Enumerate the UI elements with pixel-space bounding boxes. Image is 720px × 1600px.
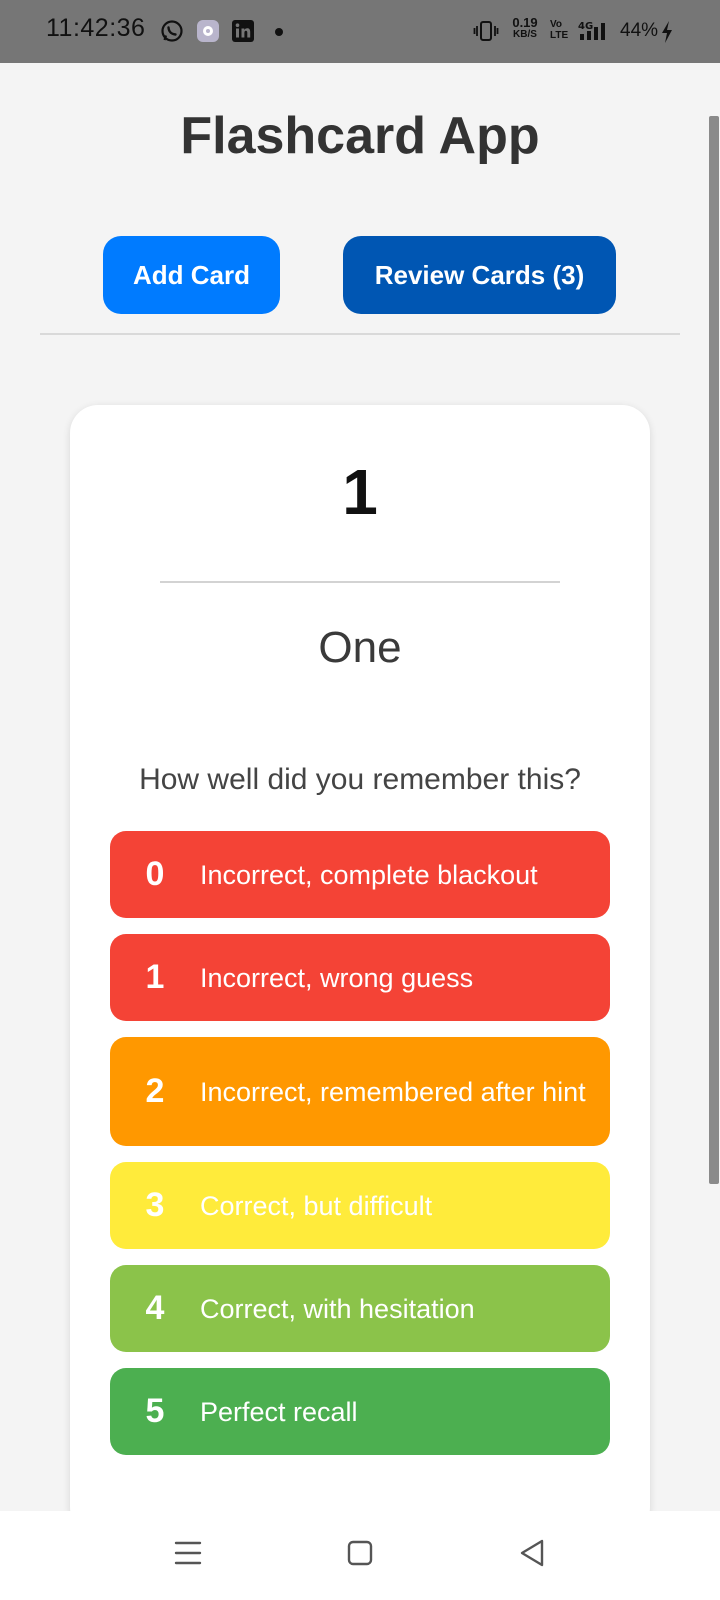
linkedin-icon — [232, 20, 254, 42]
review-cards-button[interactable]: Review Cards (3) — [343, 236, 616, 314]
notification-dot — [275, 28, 283, 36]
rating-label: Incorrect, complete blackout — [200, 859, 538, 890]
rating-button-4[interactable]: 4 Correct, with hesitation — [110, 1265, 610, 1352]
flashcard: 1 One How well did you remember this? 0 … — [70, 405, 650, 1535]
rating-label: Correct, with hesitation — [200, 1293, 475, 1324]
add-card-button[interactable]: Add Card — [103, 236, 280, 314]
rating-button-2[interactable]: 2 Incorrect, remembered after hint — [110, 1037, 610, 1146]
rating-label: Incorrect, remembered after hint — [200, 1076, 586, 1107]
card-divider — [160, 581, 560, 583]
charging-icon — [662, 21, 672, 43]
scrollbar-thumb[interactable] — [709, 116, 719, 1184]
home-icon[interactable] — [340, 1533, 380, 1573]
battery-level: 44% — [620, 20, 659, 41]
rating-score: 4 — [145, 1289, 165, 1327]
settings-app-icon — [197, 20, 219, 42]
rating-label: Perfect recall — [200, 1396, 358, 1427]
volte-top: Vo — [550, 19, 563, 30]
header-divider — [40, 333, 680, 335]
volte-indicator: Vo LTE — [550, 19, 568, 41]
whatsapp-icon — [161, 20, 183, 42]
network-speed: 0.19 KB/S — [508, 15, 542, 41]
rating-button-0[interactable]: 0 Incorrect, complete blackout — [110, 831, 610, 918]
rating-button-5[interactable]: 5 Perfect recall — [110, 1368, 610, 1455]
volte-bottom: LTE — [550, 30, 569, 41]
back-icon[interactable] — [512, 1533, 552, 1573]
rating-button-3[interactable]: 3 Correct, but difficult — [110, 1162, 610, 1249]
signal-icon: 4G — [578, 21, 605, 40]
app-title: Flashcard App — [180, 107, 540, 165]
network-type: 4G — [578, 21, 593, 32]
rating-label: Incorrect, wrong guess — [200, 962, 474, 993]
navigation-bar — [0, 1511, 720, 1600]
network-speed-unit: KB/S — [513, 29, 537, 40]
network-speed-value: 0.19 — [512, 15, 538, 30]
rating-score: 1 — [145, 958, 165, 996]
recent-apps-icon[interactable] — [168, 1533, 208, 1573]
rating-score: 3 — [145, 1186, 165, 1224]
status-bar: 11:42:36 0.19 KB/S Vo LTE 4G 44% — [0, 0, 720, 63]
rating-label: Correct, but difficult — [200, 1190, 433, 1221]
card-back-text: One — [318, 623, 402, 672]
rating-score: 0 — [145, 855, 165, 893]
card-front-text: 1 — [342, 456, 378, 528]
rating-score: 5 — [145, 1392, 165, 1430]
rating-prompt: How well did you remember this? — [139, 763, 581, 796]
rating-button-1[interactable]: 1 Incorrect, wrong guess — [110, 934, 610, 1021]
status-time: 11:42:36 — [46, 14, 146, 42]
rating-score: 2 — [145, 1072, 165, 1110]
vibrate-icon — [473, 21, 499, 41]
